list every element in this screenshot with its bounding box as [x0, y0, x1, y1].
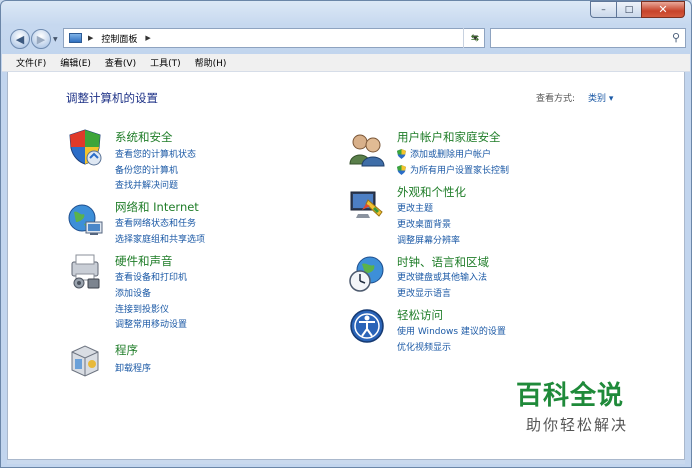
arrow-left-icon: ◀: [15, 32, 25, 46]
search-input[interactable]: [495, 30, 665, 46]
category-user-accounts[interactable]: 用户帐户和家庭安全: [397, 129, 501, 145]
link-recommended-settings[interactable]: 使用 Windows 建议的设置: [397, 324, 506, 337]
link-screen-resolution[interactable]: 调整屏幕分辨率: [397, 233, 460, 246]
link-add-remove-accounts[interactable]: 添加或删除用户帐户: [397, 147, 491, 160]
close-button[interactable]: ✕: [641, 1, 685, 18]
minimize-button[interactable]: –: [590, 1, 616, 18]
watermark-subtitle: 助你轻松解决: [526, 416, 629, 434]
window-bottom-border: [7, 460, 685, 464]
clock-globe-icon[interactable]: [348, 255, 386, 293]
search-box[interactable]: ⚲: [490, 28, 686, 48]
category-programs[interactable]: 程序: [115, 342, 138, 358]
caption-buttons: – □ ✕: [590, 1, 685, 18]
search-icon[interactable]: ⚲: [672, 31, 680, 44]
view-by-label: 查看方式:: [536, 94, 576, 104]
refresh-button[interactable]: ⇆: [463, 28, 486, 48]
link-change-keyboard[interactable]: 更改键盘或其他输入法: [397, 270, 487, 283]
watermark-title: 百科全说: [516, 381, 625, 411]
users-icon[interactable]: [348, 130, 386, 168]
link-troubleshoot[interactable]: 查找并解决问题: [115, 178, 178, 191]
category-clock-language-region[interactable]: 时钟、语言和区域: [397, 254, 489, 270]
ease-of-access-icon[interactable]: [348, 307, 386, 345]
link-add-remove-accounts-label: 添加或删除用户帐户: [410, 150, 492, 160]
programs-box-icon[interactable]: [66, 340, 104, 378]
recent-pages-dropdown[interactable]: ▼: [53, 36, 58, 43]
hardware-printer-icon[interactable]: [66, 252, 104, 290]
page-title: 调整计算机的设置: [66, 91, 158, 105]
menu-tools[interactable]: 工具(T): [150, 56, 181, 69]
content-pane: 调整计算机的设置 查看方式: 类别 ▾ 系统和安全 查看您的计算机状态 备份您的…: [7, 72, 685, 460]
breadcrumb-separator-icon[interactable]: ▶: [145, 34, 150, 42]
link-network-status[interactable]: 查看网络状态和任务: [115, 216, 196, 229]
link-desktop-background[interactable]: 更改桌面背景: [397, 217, 451, 230]
breadcrumb-control-panel[interactable]: 控制面板: [101, 32, 137, 45]
breadcrumb-separator-icon[interactable]: ▶: [88, 34, 93, 42]
system-security-shield-icon[interactable]: [66, 128, 104, 166]
link-uninstall-program[interactable]: 卸载程序: [115, 361, 151, 374]
uac-shield-icon: [397, 148, 406, 159]
refresh-icon: ⇆: [470, 32, 480, 44]
menu-bar: 文件(F) 编辑(E) 查看(V) 工具(T) 帮助(H): [2, 54, 690, 72]
category-ease-of-access[interactable]: 轻松访问: [397, 307, 443, 323]
link-parental-controls-label: 为所有用户设置家长控制: [410, 166, 510, 176]
uac-shield-icon: [397, 164, 406, 175]
menu-help[interactable]: 帮助(H): [195, 56, 227, 69]
menu-file[interactable]: 文件(F): [16, 56, 46, 69]
link-connect-projector[interactable]: 连接到投影仪: [115, 302, 169, 315]
menu-view[interactable]: 查看(V): [105, 56, 136, 69]
category-network-internet[interactable]: 网络和 Internet: [115, 199, 199, 215]
address-bar[interactable]: ▶ 控制面板 ▶ ▼: [63, 28, 485, 48]
menu-edit[interactable]: 编辑(E): [60, 56, 91, 69]
arrow-right-icon: ▶: [36, 32, 46, 46]
network-globe-icon[interactable]: [66, 200, 104, 238]
link-backup-computer[interactable]: 备份您的计算机: [115, 163, 178, 176]
link-display-language[interactable]: 更改显示语言: [397, 286, 451, 299]
link-mobility-settings[interactable]: 调整常用移动设置: [115, 317, 187, 330]
link-parental-controls[interactable]: 为所有用户设置家长控制: [397, 163, 509, 176]
category-appearance[interactable]: 外观和个性化: [397, 184, 466, 200]
link-devices-printers[interactable]: 查看设备和打印机: [115, 270, 187, 283]
forward-button[interactable]: ▶: [31, 29, 51, 49]
link-view-computer-status[interactable]: 查看您的计算机状态: [115, 147, 196, 160]
link-homegroup-sharing[interactable]: 选择家庭组和共享选项: [115, 232, 205, 245]
chevron-down-icon: ▼: [53, 36, 58, 43]
control-panel-icon: [69, 33, 82, 43]
view-by-dropdown[interactable]: 类别 ▾: [588, 91, 613, 104]
back-button[interactable]: ◀: [10, 29, 30, 49]
link-add-device[interactable]: 添加设备: [115, 286, 151, 299]
link-optimize-display[interactable]: 优化视频显示: [397, 340, 451, 353]
appearance-monitor-icon[interactable]: [348, 186, 386, 224]
category-hardware-sound[interactable]: 硬件和声音: [115, 253, 173, 269]
control-panel-window: – □ ✕ ◀ ▶ ▼ ▶ 控制面板 ▶ ▼ ⇆ ⚲ 文件(F) 编辑(E) 查…: [0, 0, 692, 468]
maximize-button[interactable]: □: [616, 1, 641, 18]
category-system-security[interactable]: 系统和安全: [115, 129, 173, 145]
link-change-theme[interactable]: 更改主题: [397, 201, 433, 214]
